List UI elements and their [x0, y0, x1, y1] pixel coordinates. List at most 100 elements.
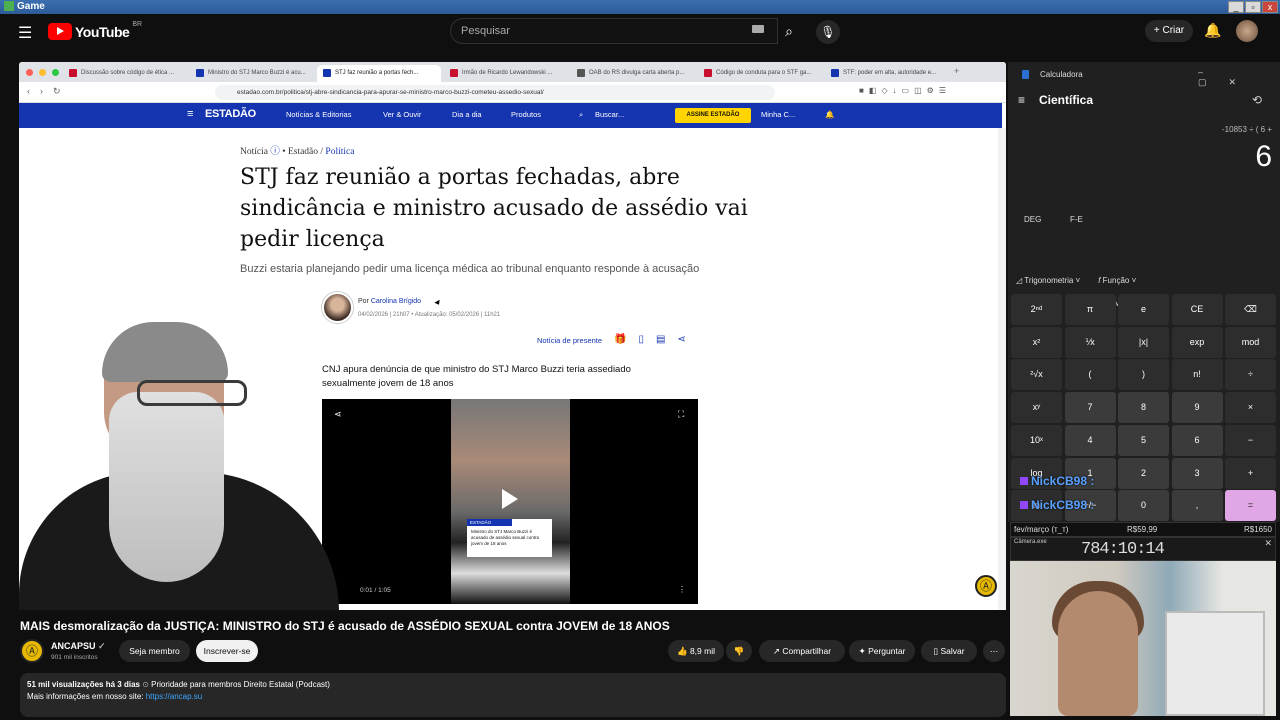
calc-button[interactable]: ÷ — [1225, 359, 1276, 391]
subscribe-estadao-button[interactable]: ASSINE ESTADÃO — [675, 108, 751, 123]
camera-close-icon[interactable]: ✕ — [1264, 538, 1272, 549]
calc-button[interactable]: 10ˣ — [1011, 424, 1062, 456]
trig-dropdown[interactable]: ◿ Trigonometria ˅ — [1016, 276, 1080, 285]
site-search-icon[interactable]: ⌕ — [579, 110, 583, 120]
calc-button[interactable]: − — [1225, 424, 1276, 456]
calc-button[interactable]: ⅟x — [1064, 326, 1116, 358]
zoom-dot[interactable] — [52, 69, 59, 76]
angle-mode-button[interactable]: DEG — [1024, 215, 1041, 224]
dislike-button[interactable]: 👎 — [726, 640, 752, 662]
minimize-button[interactable]: _ — [1228, 1, 1244, 13]
calc-button[interactable]: 8 — [1118, 392, 1169, 424]
video-play-icon[interactable] — [502, 489, 518, 509]
video-card: ESTADÃO Ministro do STJ Marco Buzzi é acu… — [467, 519, 552, 557]
author-name[interactable]: Carolina Brígido — [371, 298, 421, 305]
page-scrollbar[interactable] — [998, 128, 1006, 610]
fe-button[interactable]: F-E — [1070, 215, 1083, 224]
save-button[interactable]: ▯ Salvar — [921, 640, 977, 662]
search-button[interactable]: ⌕ — [778, 18, 800, 44]
calc-button[interactable]: ) — [1118, 359, 1169, 391]
browser-tab[interactable]: Irmão de Ricardo Lewandowski ... — [444, 65, 568, 82]
nav-ver-ouvir[interactable]: Ver & Ouvir — [383, 110, 421, 119]
nav-noticias[interactable]: Notícias & Editorias — [286, 110, 351, 119]
extension-icons[interactable]: ■◧◇↓▭◫⚙☰ — [859, 86, 951, 95]
microphone-button[interactable]: 🎙 — [816, 20, 840, 44]
calc-button[interactable]: 4 — [1064, 424, 1116, 456]
calculator-window-controls[interactable]: –▢✕ — [1198, 67, 1280, 88]
maximize-button[interactable]: ▫ — [1245, 1, 1261, 13]
channel-avatar[interactable]: Ⓐ — [20, 639, 44, 663]
video-tags[interactable]: Direito Estatal (Podcast) — [244, 680, 330, 689]
close-dot[interactable] — [26, 69, 33, 76]
calc-button[interactable]: |x| — [1118, 326, 1169, 358]
calc-button[interactable]: CE — [1171, 294, 1223, 325]
calc-button[interactable]: 7 — [1064, 392, 1116, 424]
calc-button[interactable]: n! — [1171, 359, 1223, 391]
more-actions-button[interactable]: ⋯ — [983, 640, 1005, 662]
join-button[interactable]: Seja membro — [119, 640, 190, 662]
calculator-menu-icon[interactable]: ≡ — [1018, 93, 1025, 107]
share-button[interactable]: ↗ Compartilhar — [759, 640, 845, 662]
youtube-logo[interactable]: YouTube BR — [48, 21, 142, 40]
browser-tab[interactable]: Discussão sobre código de ética ... — [63, 65, 187, 82]
nav-dia-a-dia[interactable]: Dia a dia — [452, 110, 482, 119]
calc-button[interactable]: 2ⁿᵈ — [1011, 294, 1062, 325]
website-link[interactable]: https://ancap.su — [146, 692, 202, 701]
calc-button[interactable]: ⌫ — [1225, 294, 1276, 325]
calc-button[interactable]: + — [1225, 457, 1276, 489]
calc-button[interactable]: xʸ — [1011, 392, 1062, 424]
video-description[interactable]: 51 mil visualizações há 3 dias ⊙ Priorid… — [20, 673, 1006, 717]
calc-button[interactable]: = — [1225, 490, 1276, 522]
article-section[interactable]: Política — [325, 147, 354, 157]
browser-tab[interactable]: OAB do RS divulga carta aberta p... — [571, 65, 695, 82]
create-button[interactable]: + Criar — [1145, 20, 1193, 42]
site-menu-icon[interactable]: ≡ — [187, 108, 193, 120]
calc-button[interactable]: × — [1225, 392, 1276, 424]
calc-button[interactable]: mod — [1225, 326, 1276, 358]
like-button[interactable]: 👍 8,9 mil — [668, 640, 724, 662]
browser-tab[interactable]: STJ faz reunião a portas fech... — [317, 65, 441, 82]
new-tab-button[interactable]: + — [954, 66, 959, 76]
notifications-bell-icon[interactable]: 🔔 — [1204, 22, 1221, 39]
bell-icon[interactable]: 🔔 — [825, 110, 834, 119]
history-icon[interactable]: ⟲ — [1252, 93, 1262, 107]
close-window-button[interactable]: x — [1262, 1, 1278, 13]
channel-name[interactable]: ANCAPSU ✓ — [51, 641, 106, 652]
browser-tab[interactable]: Ministro do STJ Marco Buzzi é acu... — [190, 65, 314, 82]
minimize-dot[interactable] — [39, 69, 46, 76]
fullscreen-icon[interactable]: ⛶ — [678, 409, 684, 420]
account-link[interactable]: Minha C... — [761, 110, 795, 119]
search-input[interactable]: Pesquisar — [450, 18, 778, 44]
calc-button[interactable]: 2 — [1118, 457, 1169, 489]
subscribe-button[interactable]: Inscrever-se — [196, 640, 258, 662]
calc-button[interactable]: 9 — [1171, 392, 1223, 424]
calc-button[interactable]: 0 — [1118, 490, 1169, 522]
video-more-icon[interactable]: ⋮ — [678, 585, 686, 594]
browser-tab[interactable]: Código de conduta para o STF ga... — [698, 65, 822, 82]
estadao-logo[interactable]: ESTADÃO — [205, 108, 256, 120]
calc-button[interactable]: 6 — [1171, 424, 1223, 456]
func-dropdown[interactable]: f Função ˅ — [1098, 276, 1136, 285]
calc-button[interactable]: π — [1064, 294, 1116, 325]
calc-button[interactable]: exp — [1171, 326, 1223, 358]
article-source[interactable]: Estadão — [288, 147, 318, 157]
article-video-player[interactable]: ESTADÃO Ministro do STJ Marco Buzzi é acu… — [322, 399, 698, 604]
keyboard-icon[interactable] — [752, 25, 764, 33]
site-search[interactable]: Buscar... — [595, 110, 624, 119]
calc-button[interactable]: ( — [1064, 359, 1116, 391]
url-field[interactable]: estadao.com.br/politica/stj-abre-sindica… — [215, 85, 775, 100]
menu-icon[interactable]: ☰ — [18, 23, 32, 43]
calc-button[interactable]: e — [1118, 294, 1169, 325]
article-action-icons[interactable]: 🎁▯▤⋖ — [614, 334, 698, 345]
browser-tab[interactable]: STF: poder em alta, autoridade e... — [825, 65, 949, 82]
ask-button[interactable]: ✦ Perguntar — [849, 640, 915, 662]
nav-produtos[interactable]: Produtos — [511, 110, 541, 119]
calc-button[interactable]: 5 — [1118, 424, 1169, 456]
calc-button[interactable]: , — [1171, 490, 1223, 522]
nav-arrows[interactable]: ‹›↻ — [27, 86, 71, 97]
calc-button[interactable]: 3 — [1171, 457, 1223, 489]
calc-button[interactable]: x² — [1011, 326, 1062, 358]
gift-article-link[interactable]: Notícia de presente — [537, 336, 602, 345]
user-avatar[interactable] — [1236, 20, 1258, 42]
calc-button[interactable]: ²√x — [1011, 359, 1062, 391]
